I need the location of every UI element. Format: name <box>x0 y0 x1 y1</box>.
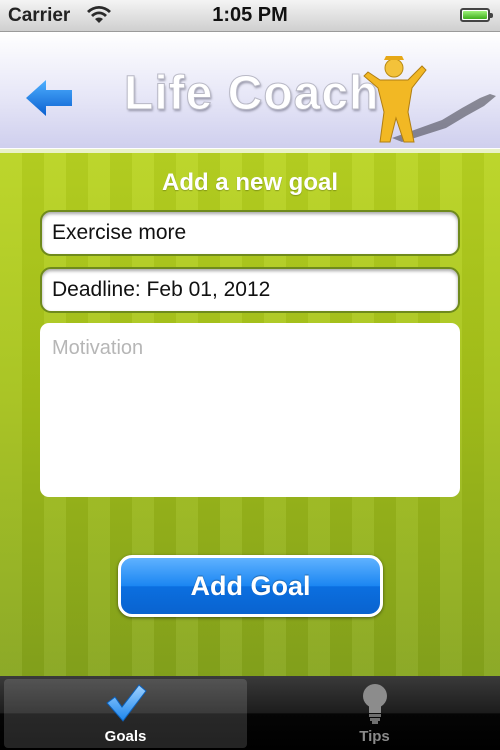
goal-field[interactable]: Exercise more <box>40 210 460 256</box>
deadline-field[interactable]: Deadline: Feb 01, 2012 <box>40 267 460 313</box>
form-title: Add a new goal <box>161 169 338 196</box>
tab-goals[interactable]: Goals <box>4 679 247 748</box>
motivation-field[interactable]: Motivation <box>40 323 460 497</box>
main-content: Add a new goal Exercise more Deadline: F… <box>0 153 500 676</box>
status-bar: Carrier 1:05 PM <box>0 0 500 32</box>
app-title: Life Coach <box>123 67 380 121</box>
tab-tips-label: Tips <box>359 728 390 745</box>
back-arrow-icon[interactable] <box>24 78 74 118</box>
clock: 1:05 PM <box>212 4 288 26</box>
tab-goals-label: Goals <box>104 728 147 745</box>
battery-icon <box>460 8 493 22</box>
lightbulb-icon <box>362 684 387 724</box>
tab-tips[interactable]: Tips <box>253 679 496 748</box>
tab-bar: Goals Tips <box>0 676 500 750</box>
checkmark-icon <box>105 684 147 722</box>
add-goal-button[interactable]: Add Goal <box>118 555 383 617</box>
running-figure-icon <box>363 56 496 143</box>
